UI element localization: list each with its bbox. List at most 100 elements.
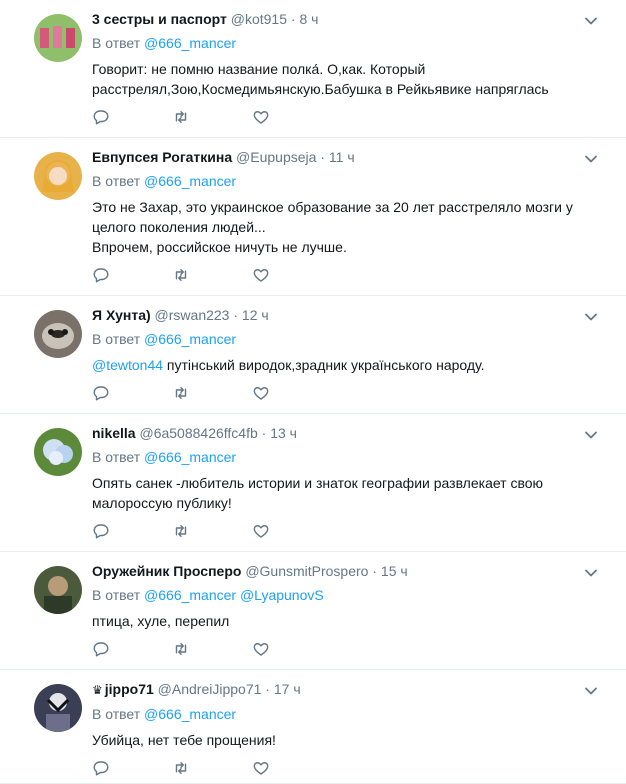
reply-button[interactable] bbox=[92, 641, 172, 660]
reply-prefix: В ответ bbox=[92, 35, 141, 51]
username[interactable]: @GunsmitProspero bbox=[245, 563, 368, 579]
retweet-icon bbox=[172, 384, 190, 407]
like-button[interactable] bbox=[252, 761, 332, 779]
reply-icon bbox=[92, 266, 110, 289]
reply-button[interactable] bbox=[92, 760, 172, 779]
reply-button[interactable] bbox=[92, 266, 172, 289]
avatar[interactable] bbox=[34, 428, 82, 476]
avatar[interactable] bbox=[34, 566, 82, 614]
retweet-button[interactable] bbox=[172, 386, 252, 404]
username[interactable]: @6a5088426ffc4fb bbox=[139, 425, 257, 441]
username[interactable]: @kot915 bbox=[231, 11, 287, 27]
reply-to-mention[interactable]: @666_mancer bbox=[144, 706, 236, 722]
tweet-actions bbox=[92, 107, 590, 131]
reply-icon bbox=[92, 108, 110, 131]
tweet-body: Убийца, нет тебе прощения! bbox=[92, 732, 276, 748]
reply-prefix: В ответ bbox=[92, 449, 141, 465]
tweet-text: Убийца, нет тебе прощения! bbox=[92, 730, 590, 750]
like-button[interactable] bbox=[252, 386, 332, 404]
like-button[interactable] bbox=[252, 642, 332, 660]
reply-to-mention[interactable]: @666_mancer bbox=[144, 173, 236, 189]
avatar[interactable] bbox=[34, 310, 82, 358]
retweet-icon bbox=[172, 522, 190, 545]
heart-icon bbox=[252, 384, 270, 407]
tweet-body: Это не Захар, это украинское образование… bbox=[92, 199, 573, 255]
retweet-icon bbox=[172, 266, 190, 289]
tweet-text: Опять санек -любитель истории и знаток г… bbox=[92, 473, 590, 513]
crown-icon: ♛ bbox=[92, 683, 103, 697]
username[interactable]: @rswan223 bbox=[155, 307, 230, 323]
username[interactable]: @Eupupseja bbox=[236, 149, 316, 165]
reply-button[interactable] bbox=[92, 522, 172, 545]
tweet-actions bbox=[92, 383, 590, 407]
reply-to-mention[interactable]: @666_mancer bbox=[144, 331, 236, 347]
reply-prefix: В ответ bbox=[92, 173, 141, 189]
separator-dot: · bbox=[287, 11, 300, 27]
tweet-text: Говорит: не помню название полка́. О,как… bbox=[92, 59, 590, 99]
avatar[interactable] bbox=[34, 684, 82, 732]
reply-to-mention[interactable]: @666_mancer bbox=[144, 449, 236, 465]
avatar[interactable] bbox=[34, 152, 82, 200]
reply-button[interactable] bbox=[92, 384, 172, 407]
tweet-body: путінський виродок,зрадник українського … bbox=[163, 357, 485, 373]
tweet[interactable]: Я Хунта) @rswan223 · 12 ч В ответ @666_ma… bbox=[0, 296, 626, 414]
heart-icon bbox=[252, 522, 270, 545]
retweet-button[interactable] bbox=[172, 524, 252, 542]
reply-icon bbox=[92, 522, 110, 545]
tweet[interactable]: 3 сестры и паспорт @kot915 · 8 ч В ответ … bbox=[0, 0, 626, 138]
reply-button[interactable] bbox=[92, 108, 172, 131]
tweet-body: Опять санек -любитель истории и знаток г… bbox=[92, 475, 544, 511]
heart-icon bbox=[252, 108, 270, 131]
timestamp[interactable]: 8 ч bbox=[299, 11, 318, 27]
display-name[interactable]: jippo71 bbox=[105, 681, 154, 697]
timestamp[interactable]: 12 ч bbox=[242, 307, 269, 323]
like-button[interactable] bbox=[252, 268, 332, 286]
reply-icon bbox=[92, 384, 110, 407]
tweet-actions bbox=[92, 758, 590, 782]
tweet[interactable]: ♛ jippo71 @AndreiJippo71 · 17 ч В ответ @6… bbox=[0, 670, 626, 784]
retweet-icon bbox=[172, 640, 190, 663]
text-mention[interactable]: @tewton44 bbox=[92, 357, 163, 373]
reply-to-mention[interactable]: @666_mancer bbox=[144, 587, 236, 603]
tweet-text: Это не Захар, это украинское образование… bbox=[92, 197, 590, 257]
tweet-header: 3 сестры и паспорт @kot915 · 8 ч bbox=[92, 9, 590, 29]
display-name[interactable]: Оружейник Просперо bbox=[92, 563, 241, 579]
reply-to-mention[interactable]: @666_mancer bbox=[144, 35, 236, 51]
retweet-button[interactable] bbox=[172, 761, 252, 779]
avatar[interactable] bbox=[34, 14, 82, 62]
reply-prefix: В ответ bbox=[92, 331, 141, 347]
tweet-text: @tewton44 путінський виродок,зрадник укр… bbox=[92, 355, 590, 375]
heart-icon bbox=[252, 266, 270, 289]
retweet-icon bbox=[172, 759, 190, 782]
reply-prefix: В ответ bbox=[92, 587, 141, 603]
tweet-header: Евпупсея Рогаткина @Eupupseja · 11 ч bbox=[92, 147, 590, 167]
tweet[interactable]: nikella @6a5088426ffc4fb · 13 ч В ответ @… bbox=[0, 414, 626, 552]
reply-prefix: В ответ bbox=[92, 706, 141, 722]
timeline: 3 сестры и паспорт @kot915 · 8 ч В ответ … bbox=[0, 0, 626, 784]
heart-icon bbox=[252, 759, 270, 782]
like-button[interactable] bbox=[252, 524, 332, 542]
reply-context: В ответ @666_mancer bbox=[92, 171, 590, 191]
display-name[interactable]: 3 сестры и паспорт bbox=[92, 11, 227, 27]
separator-dot: · bbox=[368, 563, 381, 579]
reply-to-mention[interactable]: @LyapunovS bbox=[240, 587, 324, 603]
timestamp[interactable]: 11 ч bbox=[329, 149, 355, 165]
timestamp[interactable]: 13 ч bbox=[270, 425, 297, 441]
display-name[interactable]: Евпупсея Рогаткина bbox=[92, 149, 232, 165]
separator-dot: · bbox=[316, 149, 329, 165]
reply-context: В ответ @666_mancer bbox=[92, 33, 590, 53]
display-name[interactable]: nikella bbox=[92, 425, 136, 441]
tweet-header: Оружейник Просперо @GunsmitProspero · 15… bbox=[92, 561, 590, 581]
tweet[interactable]: Евпупсея Рогаткина @Eupupseja · 11 ч В от… bbox=[0, 138, 626, 296]
retweet-button[interactable] bbox=[172, 268, 252, 286]
retweet-button[interactable] bbox=[172, 110, 252, 128]
username[interactable]: @AndreiJippo71 bbox=[158, 681, 262, 697]
timestamp[interactable]: 15 ч bbox=[381, 563, 408, 579]
reply-context: В ответ @666_mancer bbox=[92, 447, 590, 467]
timestamp[interactable]: 17 ч bbox=[274, 681, 301, 697]
separator-dot: · bbox=[261, 681, 274, 697]
retweet-button[interactable] bbox=[172, 642, 252, 660]
display-name[interactable]: Я Хунта) bbox=[92, 307, 151, 323]
tweet[interactable]: Оружейник Просперо @GunsmitProspero · 15… bbox=[0, 552, 626, 670]
like-button[interactable] bbox=[252, 110, 332, 128]
